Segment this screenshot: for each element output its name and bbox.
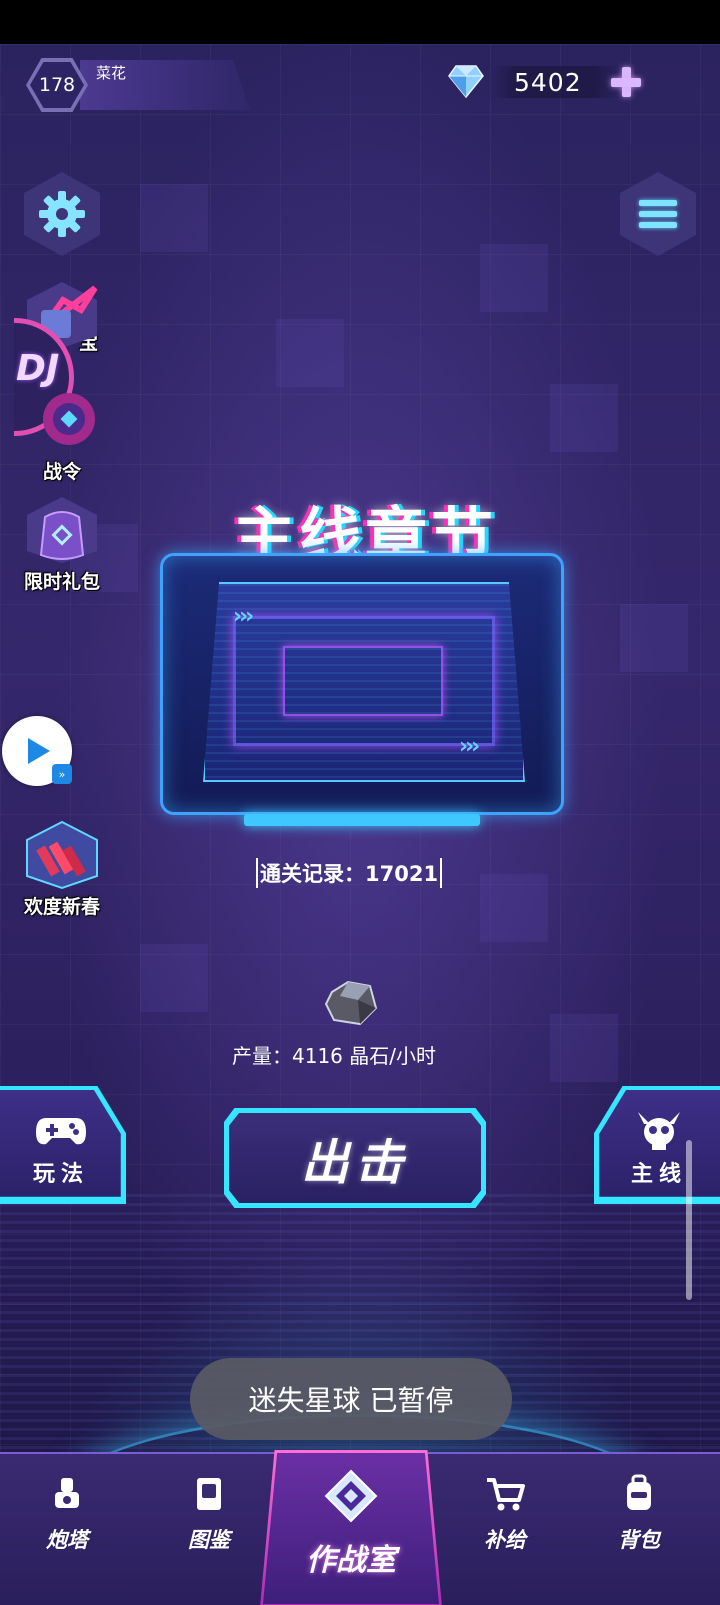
nav-supply-label: 补给 — [484, 1528, 526, 1552]
gem-currency: 5402 — [448, 60, 648, 104]
nav-turret-label: 炮塔 — [46, 1528, 88, 1552]
spring-festival-label: 欢度新春 — [23, 896, 100, 918]
event-battle-pass[interactable]: 战令 — [16, 385, 108, 484]
limited-gift-label: 限时礼包 — [23, 571, 100, 593]
nav-codex-label: 图鉴 — [188, 1528, 230, 1552]
arena-core — [283, 646, 443, 716]
gem-amount: 5402 — [514, 68, 582, 97]
player-name: 菜花 — [96, 64, 127, 82]
production-rate: 产量：4116 晶石/小时 — [232, 1044, 436, 1068]
gameplay-button[interactable]: 玩法 — [0, 1086, 126, 1204]
chapter-preview[interactable]: ››› ››› — [160, 553, 564, 815]
paused-toast: 迷失星球 已暂停 — [190, 1358, 512, 1440]
player-profile[interactable]: 178 菜花 — [22, 56, 252, 112]
nav-backpack-label: 背包 — [618, 1528, 660, 1552]
event-spring-festival[interactable]: 欢度新春 — [16, 820, 108, 919]
play-icon — [28, 738, 50, 764]
scrollbar[interactable] — [686, 1140, 692, 1300]
diamond-gem-icon — [448, 65, 484, 98]
gamepad-icon — [0, 1110, 121, 1154]
cart-icon — [487, 1478, 525, 1511]
turret-icon — [55, 1478, 79, 1508]
ore-crystal-icon — [324, 980, 378, 1026]
command-diamond-icon — [324, 1469, 378, 1523]
nav-command-room[interactable]: 作战室 — [260, 1450, 442, 1605]
gameplay-label: 玩法 — [32, 1162, 89, 1187]
firecracker-icon — [23, 820, 101, 890]
clear-record: 通关记录：17021 — [256, 858, 443, 888]
nav-supply[interactable]: 补给 — [450, 1474, 560, 1554]
battle-pass-icon — [23, 385, 101, 455]
attack-button[interactable]: 出击 — [224, 1108, 486, 1208]
book-icon — [197, 1478, 221, 1510]
chevron-right-icon: ››› — [233, 604, 254, 629]
skull-icon — [599, 1110, 720, 1156]
nav-codex[interactable]: 图鉴 — [154, 1474, 264, 1554]
dj-badge-text: DJ — [16, 348, 60, 389]
gift-bag-icon — [23, 495, 101, 565]
nav-turret[interactable]: 炮塔 — [12, 1474, 122, 1554]
backpack-icon — [627, 1474, 651, 1510]
chapter-base-glow — [244, 814, 480, 826]
nav-command-label: 作战室 — [306, 1543, 396, 1578]
bottom-nav: 炮塔 图鉴 作战室 补给 背包 — [0, 1450, 720, 1605]
gear-icon — [39, 191, 85, 237]
status-bar — [0, 0, 720, 44]
attack-label: 出击 — [229, 1113, 481, 1203]
main-story-button[interactable]: 主线 — [594, 1086, 720, 1204]
battle-pass-label: 战令 — [42, 461, 81, 483]
fast-forward-icon: » — [52, 764, 72, 784]
event-limited-gift[interactable]: 限时礼包 — [16, 495, 108, 594]
add-gems-button[interactable] — [610, 66, 642, 98]
chevron-right-icon: ››› — [459, 734, 480, 759]
nav-backpack[interactable]: 背包 — [584, 1474, 694, 1554]
hamburger-icon — [639, 195, 677, 233]
main-story-label: 主线 — [630, 1162, 687, 1187]
